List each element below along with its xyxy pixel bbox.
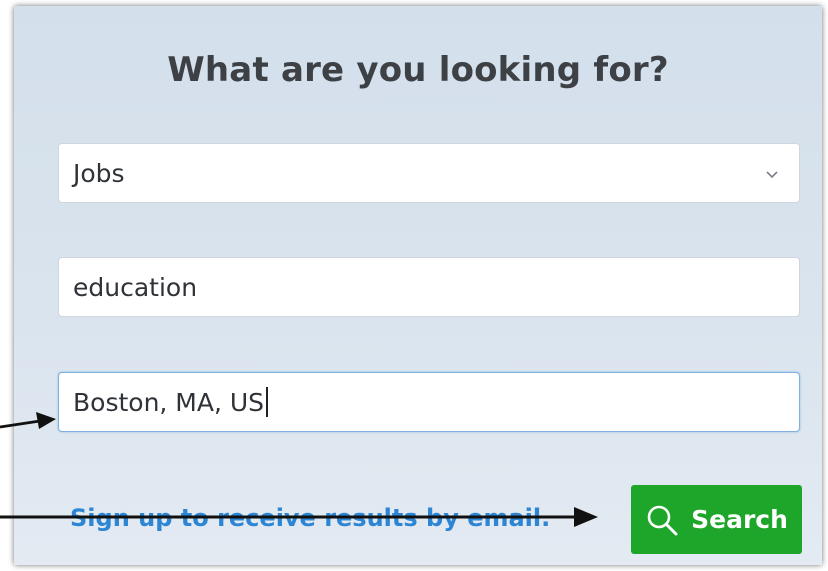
search-panel: What are you looking for? Jobs education…	[14, 6, 822, 565]
category-selected-value: Jobs	[73, 158, 125, 188]
email-signup-link[interactable]: Sign up to receive results by email.	[70, 504, 550, 532]
location-input[interactable]: Boston, MA, US	[58, 372, 800, 432]
keyword-input[interactable]: education	[58, 257, 800, 317]
category-select[interactable]: Jobs	[58, 143, 800, 203]
keyword-value: education	[73, 272, 198, 302]
search-icon	[645, 503, 679, 537]
page-title: What are you looking for?	[167, 50, 669, 90]
text-cursor	[266, 387, 268, 417]
chevron-down-icon	[765, 163, 779, 184]
search-button[interactable]: Search	[631, 485, 802, 554]
location-value: Boston, MA, US	[73, 387, 265, 417]
search-button-label: Search	[691, 505, 788, 534]
